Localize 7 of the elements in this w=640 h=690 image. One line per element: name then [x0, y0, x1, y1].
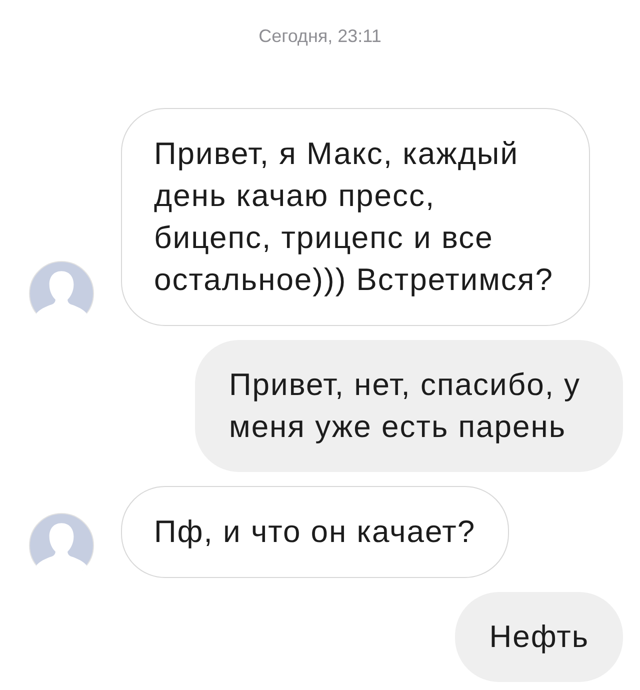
avatar-icon	[29, 513, 94, 578]
received-message-bubble: Пф, и что он качает?	[121, 486, 509, 578]
avatar-icon	[29, 261, 94, 326]
sent-message-bubble: Нефть	[455, 592, 623, 682]
sent-message-bubble: Привет, нет, спасибо, у меня уже есть парень	[195, 340, 623, 472]
received-message-bubble: Привет, я Макс, каждый день качаю пресс, бицепс, трицепс и все остальное))) Встретимся?	[121, 108, 590, 326]
timestamp: Сегодня, 23:11	[258, 25, 382, 48]
